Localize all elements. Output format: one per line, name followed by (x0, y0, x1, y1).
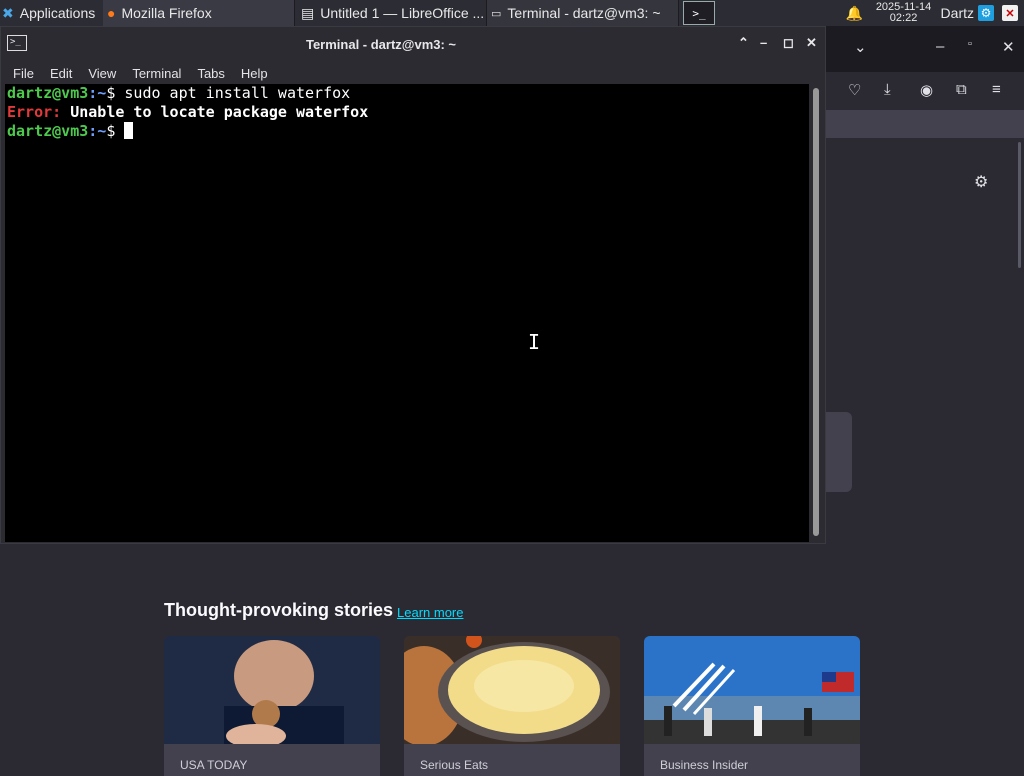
menu-tabs[interactable]: Tabs (197, 66, 224, 81)
chevron-up-icon[interactable]: ⌃ (738, 35, 749, 51)
close-icon[interactable]: ✕ (1002, 38, 1015, 56)
prompt-user: dartz@vm3 (7, 122, 89, 140)
settings-gear-icon[interactable]: ⚙ (974, 172, 988, 192)
error-label: Error: (7, 103, 62, 121)
error-message: Unable to locate package waterfox (61, 103, 369, 121)
taskbar: ✖ Applications ● Mozilla Firefox ▤ Untit… (0, 0, 1024, 26)
story-image (404, 636, 620, 746)
stories-heading: Thought-provoking stories (164, 600, 393, 620)
terminal-titlebar[interactable]: >_ Terminal - dartz@vm3: ~ ⌃ – ◻ ✕ (1, 27, 825, 61)
task-libreoffice[interactable]: ▤ Untitled 1 — LibreOffice ... (297, 0, 487, 26)
settings-icon[interactable]: ⚙ (978, 5, 994, 21)
terminal-menubar: File Edit View Terminal Tabs Help (1, 61, 825, 85)
command-text: sudo apt install waterfox (124, 84, 351, 102)
terminal-icon: ▭ (491, 7, 502, 20)
account-icon[interactable]: ◉ (920, 81, 933, 99)
maximize-button[interactable]: ◻ (783, 35, 794, 51)
extensions-icon[interactable]: ⧉ (956, 81, 967, 98)
terminal-scrollbar[interactable] (810, 84, 823, 542)
firefox-toolbar: ♡ ⤓ ◉ ⧉ ≡ (826, 72, 1024, 110)
notification-bell-icon[interactable]: 🔔 (845, 5, 865, 22)
menu-file[interactable]: File (13, 66, 34, 81)
prompt-user: dartz@vm3 (7, 84, 89, 102)
menu-icon[interactable]: ≡ (992, 81, 1001, 98)
task-firefox[interactable]: ● Mozilla Firefox (103, 0, 295, 26)
task-label: Mozilla Firefox (121, 5, 212, 21)
applications-label: Applications (19, 5, 96, 21)
task-label: Terminal - dartz@vm3: ~ (507, 5, 661, 21)
menu-view[interactable]: View (88, 66, 116, 81)
menu-help[interactable]: Help (241, 66, 268, 81)
pocket-icon[interactable]: ♡ (848, 81, 861, 99)
document-icon: ▤ (301, 4, 315, 21)
firefox-tabbar: ⌄ – ▫ ✕ (826, 26, 1024, 72)
text-cursor (124, 122, 134, 139)
terminal-launcher-icon[interactable]: >_ (683, 1, 715, 25)
terminal-output[interactable]: dartz@vm3:~$ sudo apt install waterfox Er… (5, 84, 809, 542)
chevron-down-icon[interactable]: ⌄ (854, 38, 867, 56)
prompt-symbol: $ (106, 84, 125, 102)
firefox-icon: ● (107, 5, 116, 21)
story-image (164, 636, 380, 748)
terminal-line: dartz@vm3:~$ sudo apt install waterfox (7, 84, 807, 103)
story-card[interactable]: Business Insider (644, 636, 860, 776)
user-name[interactable]: Dartz (941, 5, 974, 21)
bookmarks-bar (826, 110, 1024, 138)
story-source: Serious Eats (420, 758, 489, 772)
task-label: Untitled 1 — LibreOffice ... (320, 5, 485, 21)
close-button[interactable]: ✕ (806, 35, 817, 51)
story-source: USA TODAY (180, 758, 248, 772)
minimize-icon[interactable]: – (936, 38, 944, 55)
mouse-ibeam-icon: I (528, 330, 541, 354)
maximize-icon[interactable]: ▫ (968, 38, 972, 50)
side-panel-handle[interactable] (826, 412, 852, 492)
prompt-symbol: $ (106, 122, 125, 140)
minimize-button[interactable]: – (760, 35, 767, 50)
download-icon[interactable]: ⤓ (884, 81, 891, 98)
clock-time: 02:22 (889, 12, 918, 24)
logout-icon[interactable]: ✕ (1002, 5, 1018, 21)
menu-edit[interactable]: Edit (50, 66, 72, 81)
terminal-window[interactable]: >_ Terminal - dartz@vm3: ~ ⌃ – ◻ ✕ File … (0, 26, 826, 544)
story-card[interactable]: USA TODAY (164, 636, 380, 776)
firefox-scrollbar[interactable] (1018, 142, 1021, 268)
terminal-line: Error: Unable to locate package waterfox (7, 103, 807, 122)
prompt-path: :~ (88, 84, 107, 102)
story-source: Business Insider (660, 758, 749, 772)
prompt-path: :~ (88, 122, 107, 140)
applications-menu[interactable]: ✖ Applications (0, 0, 100, 26)
scrollbar-thumb[interactable] (813, 88, 819, 536)
task-terminal[interactable]: ▭ Terminal - dartz@vm3: ~ (487, 0, 679, 26)
xfce-logo-icon: ✖ (2, 4, 14, 21)
story-image (644, 636, 860, 744)
story-card[interactable]: Serious Eats (404, 636, 620, 776)
terminal-line: dartz@vm3:~$ (7, 122, 807, 141)
clock[interactable]: 2025-11-14 02:22 (875, 2, 933, 24)
learn-more-link[interactable]: Learn more (397, 605, 463, 620)
menu-terminal[interactable]: Terminal (132, 66, 181, 81)
window-title: Terminal - dartz@vm3: ~ (305, 36, 457, 52)
